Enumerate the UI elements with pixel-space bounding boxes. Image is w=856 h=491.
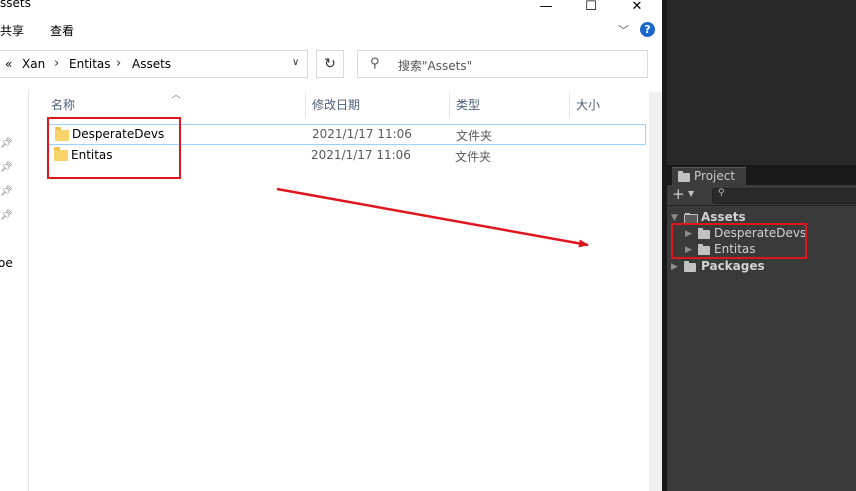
unity-upper-panel xyxy=(662,0,856,165)
tab-project[interactable]: Project xyxy=(672,167,746,186)
unity-window-edge xyxy=(662,0,667,491)
expand-arrow-icon[interactable]: ▼ xyxy=(671,213,678,223)
pin-icon[interactable]: 📌︎ xyxy=(0,210,13,221)
address-history-chevron-icon[interactable]: ∨ xyxy=(292,57,299,68)
breadcrumb-separator: › xyxy=(116,56,122,71)
highlight-box-unity xyxy=(671,223,807,259)
file-type: 文件夹 xyxy=(455,150,492,164)
sort-ascending-icon: ︿ xyxy=(171,90,181,101)
refresh-icon: ↻ xyxy=(324,56,336,72)
column-divider[interactable] xyxy=(569,92,570,118)
highlight-box-explorer xyxy=(47,117,181,179)
tree-item-assets[interactable]: Assets xyxy=(701,210,746,224)
ribbon-tab-view[interactable]: 查看 xyxy=(50,22,74,39)
project-search-input[interactable] xyxy=(712,188,856,204)
tree-item-packages[interactable]: Packages xyxy=(701,259,765,273)
file-modified: 2021/1/17 11:06 xyxy=(311,148,411,162)
folder-icon xyxy=(678,171,690,182)
breadcrumb-entitas[interactable]: Entitas xyxy=(69,57,111,71)
column-header-size[interactable]: 大小 xyxy=(576,96,600,113)
breadcrumb-separator: › xyxy=(54,56,60,71)
window-title: ssets xyxy=(0,0,31,10)
pin-icon[interactable]: 📌︎ xyxy=(0,162,13,173)
unity-editor-panel: Project + ▼ ⚲ ▼ Assets ▶ DesperateDevs ▶… xyxy=(662,0,856,491)
breadcrumb-assets[interactable]: Assets xyxy=(132,57,171,71)
create-plus-icon[interactable]: + xyxy=(672,185,685,203)
tab-project-label: Project xyxy=(694,169,736,183)
collapse-arrow-icon[interactable]: ▶ xyxy=(671,262,678,272)
close-button[interactable]: ✕ xyxy=(622,0,652,14)
column-divider[interactable] xyxy=(449,92,450,118)
vertical-scrollbar[interactable] xyxy=(649,92,662,491)
file-explorer-window: ssets — ☐ ✕ 共享 查看 ﹀ ? « Xan › Entitas › … xyxy=(0,0,662,491)
pin-icon[interactable]: 📌︎ xyxy=(0,186,13,197)
create-dropdown-icon[interactable]: ▼ xyxy=(688,189,694,198)
refresh-button[interactable]: ↻ xyxy=(316,50,344,78)
search-icon: ⚲ xyxy=(718,188,725,198)
file-modified: 2021/1/17 11:06 xyxy=(312,127,412,141)
column-header-type[interactable]: 类型 xyxy=(456,96,480,113)
maximize-button[interactable]: ☐ xyxy=(576,0,606,14)
help-icon[interactable]: ? xyxy=(640,22,655,37)
search-icon: ⚲ xyxy=(370,56,380,71)
breadcrumb-overflow[interactable]: « xyxy=(5,57,12,71)
breadcrumb-xan[interactable]: Xan xyxy=(22,57,45,71)
column-header-name[interactable]: 名称 xyxy=(51,96,75,113)
minimize-button[interactable]: — xyxy=(531,0,561,14)
navigation-pane xyxy=(0,90,29,491)
column-header-modified[interactable]: 修改日期 xyxy=(312,96,360,113)
column-divider[interactable] xyxy=(305,92,306,118)
pin-icon[interactable]: 📌︎ xyxy=(0,138,13,149)
folder-icon xyxy=(684,261,696,272)
search-placeholder: 搜索"Assets" xyxy=(398,59,473,73)
ribbon-tab-share[interactable]: 共享 xyxy=(0,22,24,39)
chevron-down-icon[interactable]: ﹀ xyxy=(618,22,629,38)
nav-item-fragment[interactable]: oe xyxy=(0,256,13,270)
file-type: 文件夹 xyxy=(456,129,493,143)
